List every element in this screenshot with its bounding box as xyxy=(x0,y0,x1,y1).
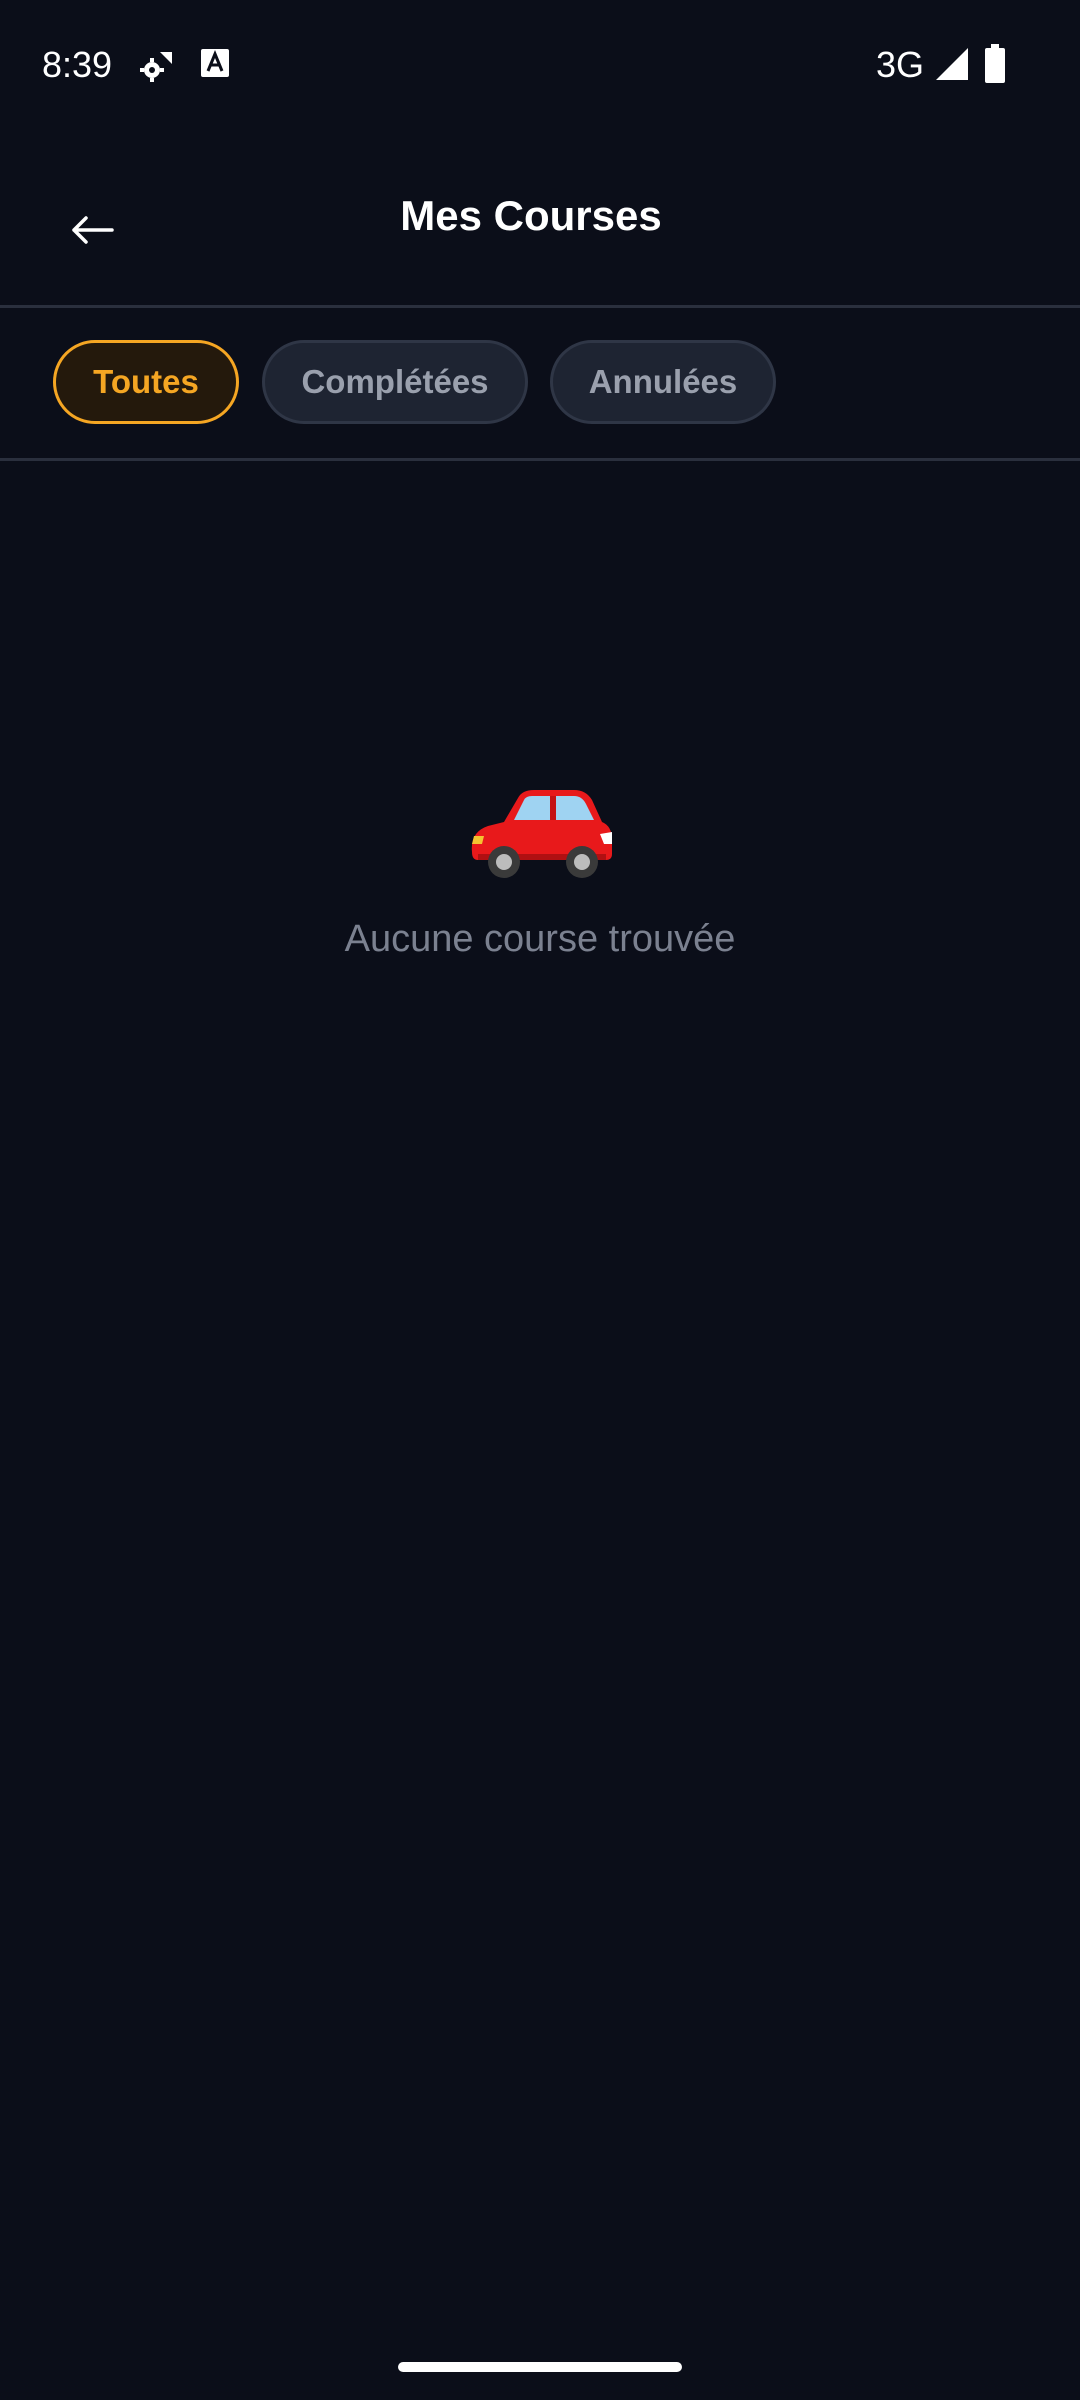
text-a-icon xyxy=(200,48,230,83)
network-type: 3G xyxy=(876,44,925,85)
page-title: Mes Courses xyxy=(400,192,662,239)
empty-state-message: Aucune course trouvée xyxy=(344,918,736,960)
settings-sync-icon xyxy=(138,48,176,91)
home-indicator[interactable] xyxy=(398,2362,682,2372)
tab-completees[interactable]: Complétées xyxy=(262,340,528,424)
tab-toutes[interactable]: Toutes xyxy=(53,340,239,424)
filter-tabs: Toutes Complétées Annulées xyxy=(0,308,1080,461)
header: Mes Courses xyxy=(0,130,1080,308)
status-time: 8:39 xyxy=(42,44,113,85)
tab-annulees[interactable]: Annulées xyxy=(550,340,776,424)
status-bar: 8:39 3G xyxy=(0,0,1080,130)
battery-icon xyxy=(984,44,1006,89)
signal-icon xyxy=(934,46,970,87)
screen: 8:39 3G Mes Courses Toutes Complétées An… xyxy=(0,0,1080,2400)
car-icon xyxy=(460,770,620,890)
